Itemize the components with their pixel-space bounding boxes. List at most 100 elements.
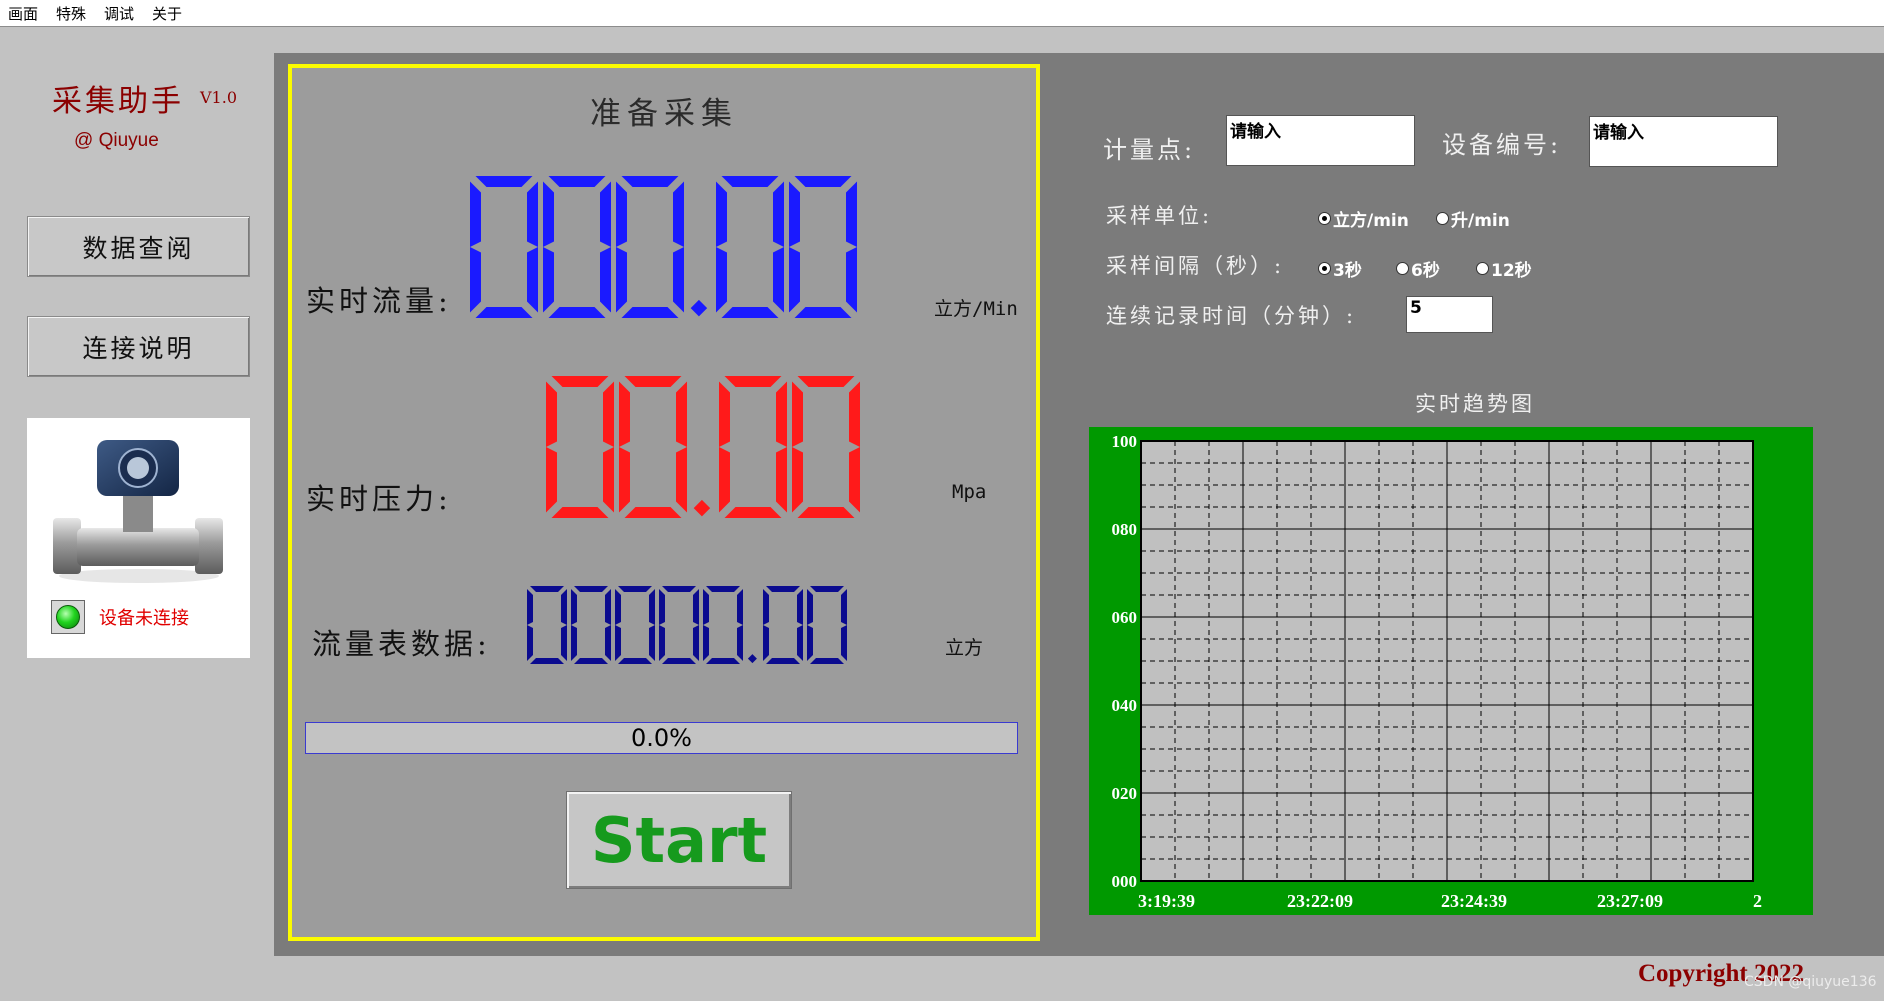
decimal-point bbox=[693, 499, 711, 517]
interval-option-6s[interactable]: 6秒 bbox=[1396, 256, 1440, 281]
interval-option-12s-label: 12秒 bbox=[1491, 261, 1532, 281]
trend-chart-svg: 000 020 040 060 080 100 3:19:39 23:22:09 23:24:3… bbox=[1112, 432, 1763, 911]
radio-unselected-icon bbox=[1436, 212, 1449, 225]
digit-segment bbox=[693, 625, 699, 661]
digit-segment bbox=[659, 589, 665, 625]
digit-segment bbox=[719, 381, 730, 447]
digit-segment bbox=[470, 247, 481, 313]
digit-segment bbox=[546, 447, 557, 513]
digit-segment bbox=[807, 589, 813, 625]
digit-segment bbox=[561, 589, 567, 625]
digit-segment bbox=[766, 586, 800, 592]
digit-segment bbox=[773, 247, 784, 313]
digit-segment bbox=[649, 625, 655, 661]
y-tick-label: 000 bbox=[1112, 872, 1138, 891]
digit-segment bbox=[846, 181, 857, 247]
digit-segment bbox=[703, 625, 709, 661]
digit-segment bbox=[724, 376, 782, 387]
data-view-button[interactable]: 数据查阅 bbox=[27, 216, 250, 277]
measure-point-label: 计量点: bbox=[1103, 136, 1196, 164]
start-button[interactable]: Start bbox=[566, 791, 792, 889]
digit-segment bbox=[527, 181, 538, 247]
record-duration-label: 连续记录时间（分钟）: bbox=[1106, 304, 1357, 328]
progress-label: 0.0% bbox=[631, 724, 692, 752]
device-number-input[interactable]: 请输入 bbox=[1589, 116, 1778, 167]
interval-option-12s[interactable]: 12秒 bbox=[1476, 256, 1532, 281]
digit-segment bbox=[797, 625, 803, 661]
digit-segment bbox=[618, 586, 652, 592]
digit-segment bbox=[616, 181, 627, 247]
digit-segment bbox=[574, 586, 608, 592]
interval-option-3s[interactable]: 3秒 bbox=[1318, 256, 1362, 281]
digit-segment bbox=[571, 589, 577, 625]
digit-segment bbox=[841, 589, 847, 625]
menu-item-debug[interactable]: 调试 bbox=[96, 3, 144, 24]
digit-segment bbox=[766, 658, 800, 664]
menu-bar: 画面 特殊 调试 关于 bbox=[0, 0, 1884, 27]
digit-segment bbox=[571, 625, 577, 661]
digit-segment bbox=[810, 586, 844, 592]
progress-bar: 0.0% bbox=[305, 722, 1018, 754]
decimal-point bbox=[747, 654, 757, 664]
unit-option-cubic[interactable]: 立方/min bbox=[1318, 206, 1409, 231]
record-duration-input[interactable]: 5 bbox=[1406, 296, 1493, 333]
digit-segment bbox=[603, 447, 614, 513]
connection-led-icon bbox=[51, 600, 85, 634]
device-status-text: 设备未连接 bbox=[99, 608, 189, 629]
digit-segment bbox=[548, 176, 606, 187]
menu-item-screen[interactable]: 画面 bbox=[0, 3, 48, 24]
watermark-text: CSDN @qiuyue136 bbox=[1744, 974, 1877, 990]
device-card: 设备未连接 bbox=[27, 418, 250, 658]
digit-segment bbox=[706, 658, 740, 664]
digit-segment bbox=[810, 658, 844, 664]
digit-segment bbox=[673, 247, 684, 313]
x-tick-label: 3:19:39 bbox=[1138, 891, 1195, 911]
sample-interval-label: 采样间隔（秒）: bbox=[1106, 254, 1285, 278]
digit-segment bbox=[615, 589, 621, 625]
sidebar: 采集助手 V1.0 @ Qiuyue 数据查阅 连接说明 设备未连接 bbox=[0, 28, 274, 1001]
digit-segment bbox=[605, 625, 611, 661]
digit-segment bbox=[807, 625, 813, 661]
y-tick-label: 020 bbox=[1112, 784, 1138, 803]
pressure-label: 实时压力: bbox=[306, 482, 452, 516]
digit-segment bbox=[794, 307, 852, 318]
digit-segment bbox=[546, 381, 557, 447]
menu-item-about[interactable]: 关于 bbox=[144, 3, 192, 24]
x-tick-label: 23:27:09 bbox=[1597, 891, 1663, 911]
connect-help-button[interactable]: 连接说明 bbox=[27, 316, 250, 377]
measure-point-input[interactable]: 请输入 bbox=[1226, 115, 1415, 166]
y-tick-label: 100 bbox=[1112, 432, 1138, 451]
digit-segment bbox=[789, 247, 800, 313]
digit-segment bbox=[530, 586, 564, 592]
app-version: V1.0 bbox=[200, 88, 237, 107]
digit-segment bbox=[619, 447, 630, 513]
unit-option-liter-label: 升/min bbox=[1451, 211, 1510, 231]
digit-segment bbox=[543, 181, 554, 247]
digit-segment bbox=[721, 307, 779, 318]
digit-segment bbox=[530, 658, 564, 664]
digit-segment bbox=[719, 447, 730, 513]
digit-segment bbox=[662, 586, 696, 592]
digit-segment bbox=[624, 376, 682, 387]
panel-title: 准备采集 bbox=[590, 96, 738, 132]
digit-segment bbox=[789, 181, 800, 247]
meter-display bbox=[527, 586, 847, 664]
digit-segment bbox=[797, 376, 855, 387]
app-author: @ Qiuyue bbox=[74, 130, 159, 151]
flowmeter-image bbox=[53, 440, 223, 583]
menu-item-special[interactable]: 特殊 bbox=[48, 3, 96, 24]
digit-segment bbox=[551, 507, 609, 518]
digit-segment bbox=[776, 447, 787, 513]
digit-segment bbox=[776, 381, 787, 447]
app-title: 采集助手 bbox=[52, 84, 184, 119]
digit-segment bbox=[551, 376, 609, 387]
unit-option-liter[interactable]: 升/min bbox=[1436, 206, 1510, 231]
digit-segment bbox=[706, 586, 740, 592]
radio-unselected-icon bbox=[1396, 262, 1409, 275]
unit-option-cubic-label: 立方/min bbox=[1333, 211, 1409, 231]
digit-segment bbox=[846, 247, 857, 313]
sample-unit-label: 采样单位: bbox=[1106, 204, 1213, 228]
trend-chart: 000 020 040 060 080 100 3:19:39 23:22:09 23:24:3… bbox=[1089, 427, 1813, 915]
digit-segment bbox=[716, 247, 727, 313]
digit-segment bbox=[527, 625, 533, 661]
